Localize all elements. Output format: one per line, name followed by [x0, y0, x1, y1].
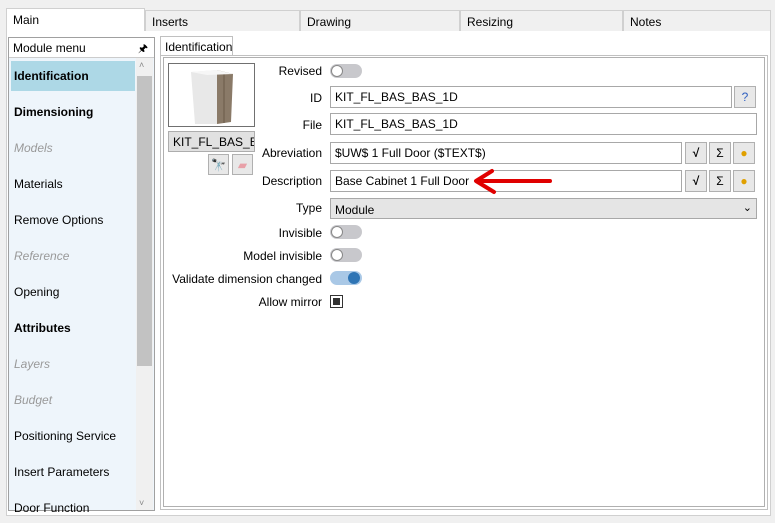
sidebar-item-remove-options[interactable]: Remove Options [11, 205, 135, 235]
scroll-down-icon[interactable]: ˅ [139, 498, 144, 508]
file-label: File [302, 118, 322, 132]
sidebar-item-insert-parameters[interactable]: Insert Parameters [11, 457, 135, 487]
validate-label: Validate dimension changed [172, 272, 322, 286]
revised-toggle[interactable] [330, 64, 362, 78]
module-menu-title: Module menu [13, 41, 86, 55]
translate-icon[interactable]: ● [733, 170, 755, 192]
id-label: ID [310, 91, 322, 105]
sidebar-item-identification[interactable]: Identification [11, 61, 135, 91]
sigma-icon[interactable]: Σ [709, 170, 731, 192]
sidebar-item-layers[interactable]: Layers [11, 349, 135, 379]
type-value: Module [335, 203, 375, 217]
invisible-label: Invisible [278, 226, 322, 240]
tab-main[interactable]: Main [6, 8, 145, 31]
scroll-up-icon[interactable]: ˄ [139, 60, 144, 70]
id-input[interactable]: KIT_FL_BAS_BAS_1D [330, 86, 732, 108]
tab-drawing[interactable]: Drawing [300, 10, 460, 31]
sidebar-item-models[interactable]: Models [11, 133, 135, 163]
tab-inserts[interactable]: Inserts [145, 10, 300, 31]
model-invisible-label: Model invisible [243, 249, 322, 263]
abbreviation-label: Abreviation [261, 146, 322, 160]
sidebar-item-attributes[interactable]: Attributes [11, 313, 135, 343]
id-wizard-icon[interactable]: ? [734, 86, 756, 108]
formula-icon[interactable]: √ [685, 142, 707, 164]
sidebar-item-reference[interactable]: Reference [11, 241, 135, 271]
allow-mirror-label: Allow mirror [258, 295, 322, 309]
sidebar-item-positioning-service[interactable]: Positioning Service [11, 421, 135, 451]
validate-toggle[interactable] [330, 271, 362, 285]
scrollbar-thumb[interactable] [137, 76, 152, 366]
pin-icon[interactable]: 🖈 [138, 40, 148, 59]
abbreviation-input[interactable]: $UW$ 1 Full Door ($TEXT$) [330, 142, 682, 164]
translate-icon[interactable]: ● [733, 142, 755, 164]
type-label: Type [295, 201, 322, 215]
sidebar-item-budget[interactable]: Budget [11, 385, 135, 415]
type-select[interactable]: Module ⌄ [330, 198, 757, 219]
tab-notes[interactable]: Notes [623, 10, 771, 31]
model-invisible-toggle[interactable] [330, 248, 362, 262]
allow-mirror-checkbox[interactable] [330, 295, 343, 308]
invisible-toggle[interactable] [330, 225, 362, 239]
tab-identification[interactable]: Identification [160, 36, 233, 56]
file-input[interactable]: KIT_FL_BAS_BAS_1D [330, 113, 757, 135]
sidebar-item-dimensioning[interactable]: Dimensioning [11, 97, 135, 127]
chevron-down-icon: ⌄ [742, 202, 752, 214]
formula-icon[interactable]: √ [685, 170, 707, 192]
sigma-icon[interactable]: Σ [709, 142, 731, 164]
tab-resizing[interactable]: Resizing [460, 10, 623, 31]
red-arrow-annotation [474, 169, 552, 194]
sidebar-item-materials[interactable]: Materials [11, 169, 135, 199]
module-menu-header: Module menu 🖈 [9, 38, 154, 58]
description-label: Description [261, 174, 322, 188]
revised-label: Revised [278, 64, 322, 78]
